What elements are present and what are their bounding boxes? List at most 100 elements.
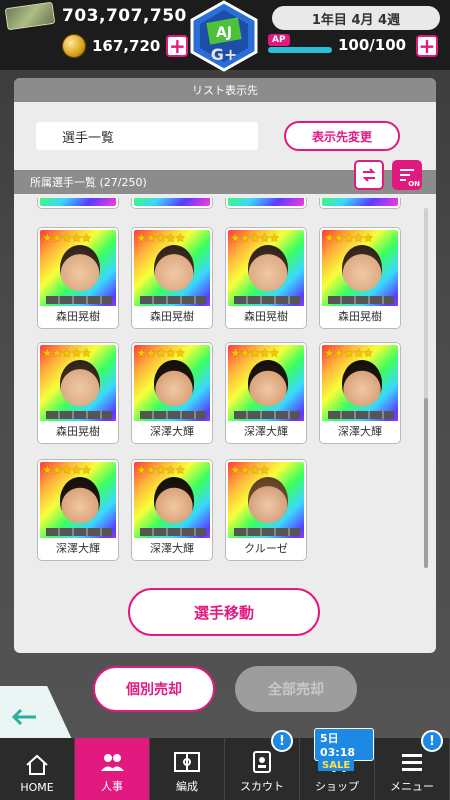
player-card-partial[interactable] xyxy=(132,198,212,208)
filter-button[interactable]: ON xyxy=(392,160,422,190)
rarity-stars: ★★★★★ xyxy=(42,231,92,245)
nav-label-shop: ショップ xyxy=(315,780,359,793)
coin-display: 167,720 + xyxy=(62,34,189,58)
rarity-stars: ★★★★★ xyxy=(136,463,186,477)
roster-tools: ON xyxy=(354,160,422,190)
rarity-stars: ★★★★★ xyxy=(136,346,186,360)
coin-value: 167,720 xyxy=(92,37,161,55)
back-arrow-icon xyxy=(11,708,36,726)
nav-menu[interactable]: ! メニュー xyxy=(375,730,450,800)
player-card[interactable]: ★★★★★ 森田晃樹 xyxy=(226,228,306,328)
money-value: 703,707,750 xyxy=(62,6,187,26)
player-card[interactable]: ★★★★★ 深澤大輝 xyxy=(226,343,306,443)
rarity-stars: ★★★★★ xyxy=(324,346,374,360)
nav-label-menu: メニュー xyxy=(390,780,434,793)
rarity-stars: ★★★★★ xyxy=(230,231,280,245)
menu-alert-badge: ! xyxy=(421,730,443,752)
menu-icon xyxy=(399,750,425,774)
swap-icon xyxy=(362,168,376,182)
player-card-partial[interactable] xyxy=(320,198,400,208)
list-target-header: リスト表示先 xyxy=(14,78,436,102)
scout-card-icon xyxy=(249,750,275,774)
player-card[interactable]: ★★★★★ 森田晃樹 xyxy=(320,228,400,328)
card-stat-bar xyxy=(234,296,300,304)
card-stat-bar xyxy=(140,296,206,304)
nav-home[interactable]: HOME xyxy=(0,738,75,800)
bottom-nav: HOME 人事 編成 ! スカウト 5日 03:18 SALE ショップ ! メ… xyxy=(0,728,450,800)
player-portrait xyxy=(342,360,382,406)
add-coins-button[interactable]: + xyxy=(166,35,189,57)
rarity-stars: ★★★★★ xyxy=(230,346,280,360)
card-stat-bar xyxy=(234,528,300,536)
sale-tag: SALE xyxy=(318,760,355,771)
sell-all-button[interactable]: 全部売却 xyxy=(235,666,357,712)
cash-icon xyxy=(4,1,56,31)
rarity-stars: ★★★★★ xyxy=(42,463,92,477)
change-target-button[interactable]: 表示先変更 xyxy=(284,121,400,151)
player-name: 森田晃樹 xyxy=(228,306,304,326)
move-players-button[interactable]: 選手移動 xyxy=(128,588,320,636)
nav-label-scout: スカウト xyxy=(240,780,284,793)
player-name: 森田晃樹 xyxy=(40,421,116,441)
player-name: 深澤大輝 xyxy=(40,538,116,558)
coin-icon xyxy=(62,34,86,58)
player-portrait xyxy=(248,477,288,523)
player-card-grid: ★★★★★ 森田晃樹 ★★★★★ 森田晃樹 ★★★★★ 森田晃樹 ★★★★★ 森田晃樹 ★★★★… xyxy=(24,198,424,573)
player-name: 深澤大輝 xyxy=(322,421,398,441)
game-date: 1年目 4月 4週 xyxy=(272,6,440,30)
home-icon xyxy=(24,753,50,777)
shop-sale-timer: 5日 03:18 xyxy=(314,728,374,761)
pitch-icon xyxy=(174,750,200,774)
player-portrait xyxy=(60,245,100,291)
player-portrait xyxy=(60,360,100,406)
nav-label-personnel: 人事 xyxy=(101,780,123,793)
sort-toggle-button[interactable] xyxy=(354,160,384,190)
player-card[interactable]: ★★★★★ 森田晃樹 xyxy=(38,228,118,328)
card-stat-bar xyxy=(234,411,300,419)
add-ap-button[interactable]: + xyxy=(416,35,438,57)
player-name: 森田晃樹 xyxy=(322,306,398,326)
rarity-stars: ★★★★★ xyxy=(136,231,186,245)
nav-label-home: HOME xyxy=(20,781,54,794)
scout-alert-badge: ! xyxy=(271,730,293,752)
card-stat-bar xyxy=(46,296,112,304)
ap-value: 100/100 xyxy=(338,36,407,54)
status-bar: 703,707,750 167,720 + AJ G+ 1年目 4月 4週 AP… xyxy=(0,0,450,72)
player-card[interactable]: ★★★★★ 森田晃樹 xyxy=(38,343,118,443)
player-card[interactable]: ★★★★★ 深澤大輝 xyxy=(132,460,212,560)
player-card-partial[interactable] xyxy=(38,198,118,208)
player-portrait xyxy=(342,245,382,291)
player-card[interactable]: ★★★★★ 深澤大輝 xyxy=(132,343,212,443)
svg-text:AJ: AJ xyxy=(216,25,232,41)
nav-personnel[interactable]: 人事 xyxy=(75,738,150,800)
rarity-stars: ★★★★ xyxy=(230,463,270,477)
player-portrait xyxy=(154,360,194,406)
player-portrait xyxy=(154,245,194,291)
nav-formation[interactable]: 編成 xyxy=(150,738,225,800)
ap-label: AP xyxy=(268,34,290,46)
nav-scout[interactable]: ! スカウト xyxy=(225,730,300,800)
card-stat-bar xyxy=(328,296,394,304)
rarity-stars: ★★★★★ xyxy=(324,231,374,245)
nav-shop[interactable]: 5日 03:18 SALE ショップ xyxy=(300,728,375,800)
card-stat-bar xyxy=(328,411,394,419)
club-emblem-icon[interactable]: AJ G+ xyxy=(188,0,260,72)
player-name: クルーゼ xyxy=(228,538,304,558)
card-stat-bar xyxy=(46,411,112,419)
filter-on-tag: ON xyxy=(408,180,420,188)
player-portrait xyxy=(248,360,288,406)
nav-label-formation: 編成 xyxy=(176,780,198,793)
sell-individual-button[interactable]: 個別売却 xyxy=(93,666,215,712)
player-card[interactable]: ★★★★★ 深澤大輝 xyxy=(38,460,118,560)
player-portrait xyxy=(154,477,194,523)
card-stat-bar xyxy=(140,411,206,419)
scrollbar-thumb[interactable] xyxy=(424,398,428,568)
player-name: 深澤大輝 xyxy=(134,538,210,558)
player-portrait xyxy=(60,477,100,523)
player-card[interactable]: ★★★★ クルーゼ xyxy=(226,460,306,560)
player-card[interactable]: ★★★★★ 森田晃樹 xyxy=(132,228,212,328)
list-target-field: 選手一覧 xyxy=(36,122,258,150)
player-card[interactable]: ★★★★★ 深澤大輝 xyxy=(320,343,400,443)
svg-text:G+: G+ xyxy=(211,45,238,64)
player-card-partial[interactable] xyxy=(226,198,306,208)
